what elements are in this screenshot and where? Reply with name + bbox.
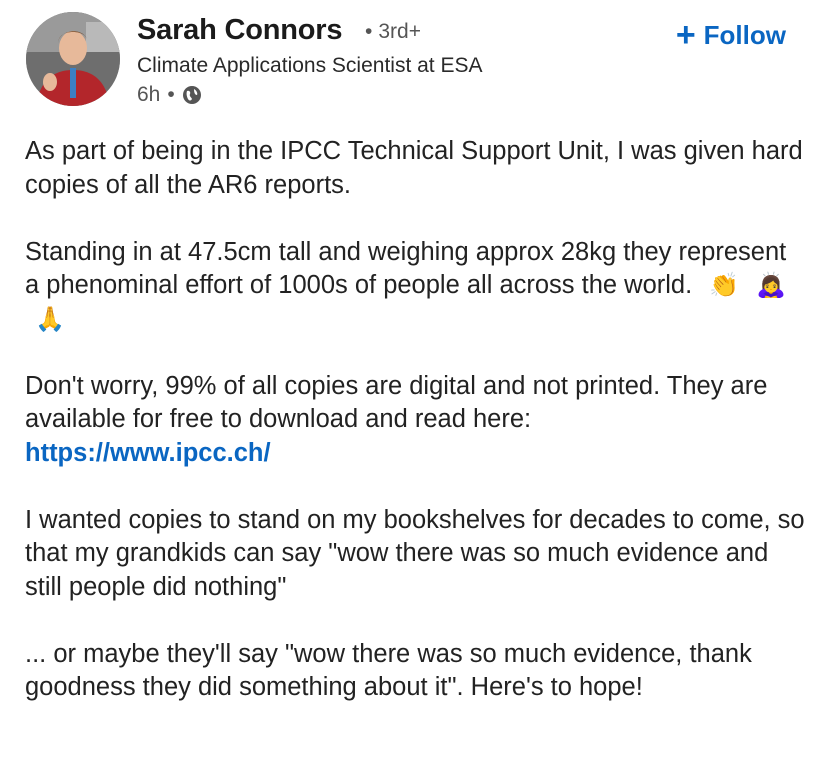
post-paragraph: ... or maybe they'll say "wow there was … [25, 639, 752, 702]
separator-dot: • [365, 20, 373, 43]
post-paragraph-text: Standing in at 47.5cm tall and weighing … [25, 237, 787, 300]
ipcc-link[interactable]: https://www.ipcc.ch/ [25, 439, 271, 467]
bowing-woman-icon: 🙇‍♀️ [756, 272, 787, 299]
post-paragraph: Standing in at 47.5cm tall and weighing … [25, 236, 805, 337]
connection-degree: • 3rd+ [365, 20, 421, 44]
post-header: Sarah Connors • 3rd+ Climate Applications… [26, 12, 806, 112]
post-timestamp: 6h • [137, 83, 202, 107]
folded-hands-icon: 🙏 [35, 305, 65, 333]
plus-icon: + [675, 16, 696, 54]
post-paragraph: Don't worry, 99% of all copies are digit… [25, 370, 805, 471]
avatar-photo [26, 12, 120, 106]
follow-button[interactable]: + Follow [676, 18, 786, 52]
follow-label: Follow [703, 19, 786, 50]
clapping-hands-icon: 👏 [709, 272, 740, 299]
post-body: As part of being in the IPCC Technical S… [25, 135, 805, 738]
post-paragraph: As part of being in the IPCC Technical S… [25, 137, 803, 199]
author-headline: Climate Applications Scientist at ESA [137, 54, 483, 77]
degree-label: 3rd+ [378, 20, 421, 43]
time-ago: 6h [137, 83, 161, 106]
post-paragraph: I wanted copies to stand on my bookshelv… [25, 505, 805, 601]
separator-dot: • [167, 83, 175, 106]
post-paragraph-text: Don't worry, 99% of all copies are digit… [25, 371, 768, 434]
globe-icon [182, 86, 201, 104]
author-name[interactable]: Sarah Connors [137, 14, 342, 47]
avatar[interactable] [26, 12, 120, 106]
